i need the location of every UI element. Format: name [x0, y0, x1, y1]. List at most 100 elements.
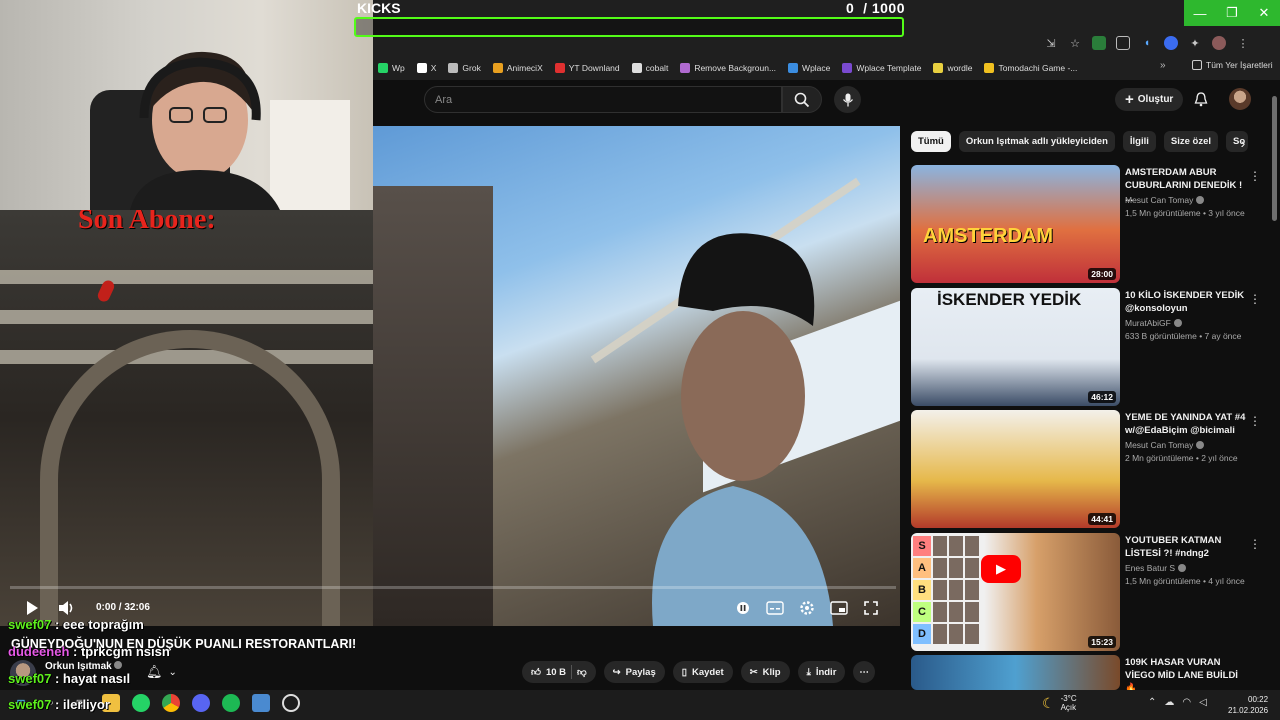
more-vert-icon[interactable]: ⋮: [1249, 169, 1261, 183]
subscription-bell-button[interactable]: 🔔︎ ⌄: [146, 663, 184, 681]
tier-avatar: [933, 624, 947, 644]
bookmark-item[interactable]: YT Downland: [554, 63, 620, 73]
puzzle-icon[interactable]: ✦: [1188, 36, 1202, 50]
weather-widget[interactable]: ☾ -3°C Açık: [1042, 694, 1077, 712]
create-button[interactable]: + Oluştur: [1115, 88, 1184, 111]
bookmark-label: Tomodachi Game -...: [998, 63, 1078, 73]
bookmark-item[interactable]: cobalt: [631, 63, 668, 73]
voice-search-button[interactable]: [834, 86, 861, 113]
account-avatar[interactable]: [1229, 88, 1251, 110]
chip-for-you[interactable]: Size özel: [1163, 131, 1219, 152]
video-duration: 15:23: [1088, 636, 1116, 648]
video-title[interactable]: 109K HASAR VURAN VİEGO MİD LANE BUİLDİ🔥: [1125, 656, 1247, 690]
bookmark-item[interactable]: X: [416, 63, 436, 73]
plus-icon: +: [1125, 91, 1134, 108]
fullscreen-icon[interactable]: [862, 599, 880, 617]
discord-icon[interactable]: [192, 694, 210, 712]
more-vert-icon[interactable]: ⋮: [1249, 414, 1261, 428]
video-thumbnail[interactable]: [911, 655, 1120, 690]
video-time: 0:00 / 32:06: [96, 602, 150, 613]
share-button[interactable]: ↪ Paylaş: [603, 661, 665, 683]
channel-name[interactable]: Mesut Can Tomay: [1125, 440, 1205, 450]
recommended-video[interactable]: 44:41 YEME DE YANINDA YAT #4 w/@EdaBiçim…: [911, 410, 1261, 528]
bookmark-item[interactable]: AnimeciX: [492, 63, 543, 73]
miniplayer-icon[interactable]: [830, 599, 848, 617]
bookmark-item[interactable]: wordle: [933, 63, 972, 73]
bookmark-item[interactable]: Tomodachi Game -...: [984, 63, 1077, 73]
video-thumbnail[interactable]: SABCD ▶ 15:23: [911, 533, 1120, 651]
download-button[interactable]: ⤓ İndir: [797, 661, 846, 683]
install-app-icon[interactable]: ⇲: [1044, 36, 1058, 50]
search-input[interactable]: Ara: [424, 86, 782, 113]
bookmark-star-icon[interactable]: ☆: [1068, 36, 1082, 50]
video-thumbnail[interactable]: 44:41: [911, 410, 1120, 528]
webcam-overlay: [0, 0, 373, 210]
more-actions-button[interactable]: ⋯: [853, 661, 875, 683]
wifi-icon[interactable]: ◠: [1182, 697, 1191, 708]
close-icon[interactable]: ✕: [1248, 0, 1280, 26]
extension-icon[interactable]: [1164, 36, 1178, 50]
recommended-video[interactable]: 109K HASAR VURAN VİEGO MİD LANE BUİLDİ🔥: [911, 655, 1261, 690]
bookmark-item[interactable]: Remove Backgroun...: [680, 63, 776, 73]
video-title[interactable]: YEME DE YANINDA YAT #4 w/@EdaBiçim @bici…: [1125, 411, 1247, 437]
more-vert-icon[interactable]: ⋮: [1249, 537, 1261, 551]
app-icon[interactable]: [252, 694, 270, 712]
dislike-button[interactable]: 👎︎: [577, 666, 587, 678]
onedrive-icon[interactable]: ☁: [1164, 697, 1174, 708]
all-bookmarks-folder[interactable]: Tüm Yer İşaretleri: [1192, 60, 1273, 70]
settings-gear-icon[interactable]: [798, 599, 816, 617]
more-vert-icon[interactable]: ⋮: [1249, 292, 1261, 306]
taskbar-clock[interactable]: 00:22 21.02.2026: [1228, 694, 1268, 716]
spotify-icon[interactable]: [222, 694, 240, 712]
bookmarks-overflow-icon[interactable]: »: [1160, 60, 1166, 71]
video-progress-bar[interactable]: [10, 586, 896, 589]
video-thumbnail[interactable]: AMSTERDAM 28:00: [911, 165, 1120, 283]
video-title[interactable]: YOUTUBER KATMAN LİSTESİ ?! #ndng2: [1125, 534, 1247, 560]
bookmark-item[interactable]: Wplace Template: [842, 63, 921, 73]
channel-name[interactable]: MuratAbiGF: [1125, 318, 1182, 328]
play-icon[interactable]: [24, 600, 40, 616]
video-title[interactable]: 10 KİLO İSKENDER YEDİK @konsoloyun: [1125, 289, 1247, 315]
tier-label: C: [913, 602, 931, 622]
chip-related[interactable]: İlgili: [1122, 131, 1156, 152]
whatsapp-icon[interactable]: [132, 694, 150, 712]
channel-name[interactable]: Mesut Can Tomay: [1125, 195, 1205, 205]
chevron-up-icon[interactable]: ⌃: [1148, 697, 1156, 708]
volume-icon[interactable]: [58, 600, 74, 616]
menu-icon[interactable]: ⋮: [1236, 36, 1250, 50]
autoplay-toggle-icon[interactable]: [734, 599, 752, 617]
recommended-video[interactable]: İSKENDER YEDİK 46:12 10 KİLO İSKENDER YE…: [911, 288, 1261, 406]
all-bookmarks-label: Tüm Yer İşaretleri: [1206, 60, 1273, 70]
bookmark-item[interactable]: Wplace: [788, 63, 830, 73]
bookmark-item[interactable]: Grok: [448, 63, 481, 73]
recommended-video[interactable]: SABCD ▶ 15:23 YOUTUBER KATMAN LİSTESİ ?!…: [911, 533, 1261, 651]
extension-icon[interactable]: [1092, 36, 1106, 50]
recommended-video[interactable]: AMSTERDAM 28:00 AMSTERDAM ABUR CUBURLARI…: [911, 165, 1261, 283]
chat-username: swef07: [8, 697, 52, 712]
clip-button[interactable]: ✂ Klip: [740, 661, 790, 683]
minimize-icon[interactable]: —: [1184, 0, 1216, 26]
extension-icon[interactable]: ◖: [1140, 36, 1154, 50]
notifications-button[interactable]: [1192, 90, 1210, 108]
speaker-icon[interactable]: ◁: [1199, 697, 1207, 708]
channel-name[interactable]: Enes Batur S: [1125, 563, 1187, 573]
chevron-right-icon[interactable]: ›: [1234, 134, 1252, 152]
chip-from-uploader[interactable]: Orkun Işıtmak adlı yükleyiciden: [958, 131, 1115, 152]
profile-icon[interactable]: [1212, 36, 1226, 50]
bookmark-favicon-icon: [788, 63, 799, 73]
like-button[interactable]: 👍︎ 10 B: [531, 666, 566, 679]
search-button[interactable]: [782, 86, 822, 113]
page-scrollbar[interactable]: [1272, 96, 1277, 221]
video-player[interactable]: [373, 126, 900, 626]
video-duration: 46:12: [1088, 391, 1116, 403]
subtitles-icon[interactable]: [766, 599, 784, 617]
chrome-icon[interactable]: [162, 694, 180, 712]
save-button[interactable]: ▯ Kaydet: [672, 661, 733, 683]
extension-icon[interactable]: [1116, 36, 1130, 50]
bookmark-item[interactable]: Wp: [378, 63, 405, 73]
restore-icon[interactable]: ❐: [1216, 0, 1248, 26]
chip-all[interactable]: Tümü: [911, 131, 951, 152]
video-thumbnail[interactable]: İSKENDER YEDİK 46:12: [911, 288, 1120, 406]
obs-icon[interactable]: [282, 694, 300, 712]
tier-avatar: [965, 558, 979, 578]
